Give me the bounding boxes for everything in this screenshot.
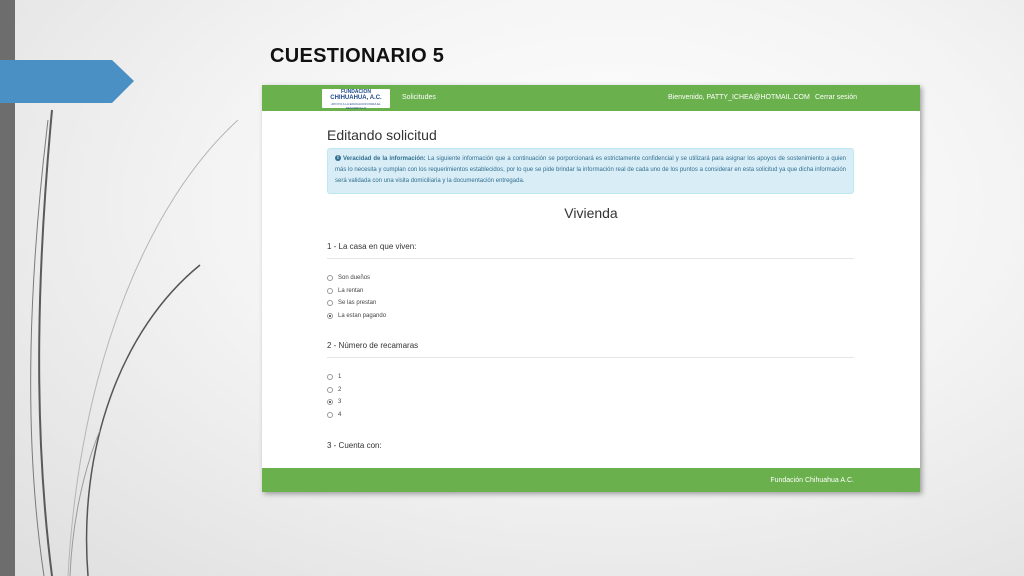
radio-button[interactable] [327,386,333,393]
option-la-estan-pagando[interactable]: La estan pagando [327,310,386,323]
info-icon: i [335,155,341,162]
app-screenshot: FUNDACION CHIHUAHUA, A.C. APOYO A LA EDU… [262,85,920,492]
option-label: La estan pagando [338,312,387,319]
logo-line-3: APOYO A LA EDUCACION PARA EL DESARROLLO [331,102,381,110]
footer-bar: Fundación Chihuahua A.C. [262,468,920,492]
radio-button-selected[interactable] [327,312,333,319]
option-se-las-prestan[interactable]: Se las prestan [327,297,386,310]
radio-button[interactable] [327,374,333,381]
radio-button[interactable] [327,300,333,307]
footer-text: Fundación Chihuahua A.C. [770,477,854,484]
option-la-rentan[interactable]: La rentan [327,285,386,298]
decorative-lines [30,109,239,576]
radio-button[interactable] [327,275,333,282]
option-3[interactable]: 3 [327,396,341,409]
alert-title: Veracidad de la información: [343,156,426,162]
nav-solicitudes-link[interactable]: Solicitudes [402,94,436,101]
nav-logout-link[interactable]: Cerrar sesión [815,94,857,101]
slide-title: CUESTIONARIO 5 [270,45,445,67]
option-label: Se las prestan [338,300,377,307]
nav-welcome-text: Bienvenido, PATTY_ICHEA@HOTMAIL.COM [668,94,810,101]
option-1[interactable]: 1 [327,371,341,384]
option-label: 4 [338,411,342,418]
radio-button[interactable] [327,411,333,418]
radio-button[interactable] [327,287,333,294]
option-label: Son dueños [338,275,371,282]
option-2[interactable]: 2 [327,384,341,397]
question-1-label: 1 - La casa en que viven: [327,242,854,259]
question-3-label: 3 - Cuenta con: [327,441,382,450]
option-label: 3 [338,399,342,406]
question-1-options: Son dueños La rentan Se las prestan La e… [327,272,386,322]
option-son-duenos[interactable]: Son dueños [327,272,386,285]
radio-button-selected[interactable] [327,399,333,406]
brand-logo[interactable]: FUNDACION CHIHUAHUA, A.C. APOYO A LA EDU… [322,89,390,110]
info-alert: i Veracidad de la información: La siguien… [327,148,854,194]
page-heading: Editando solicitud [327,127,437,143]
logo-line-2: CHIHUAHUA, A.C. [330,95,382,101]
question-2-label: 2 - Número de recamaras [327,341,854,358]
option-label: La rentan [338,287,364,294]
option-label: 2 [338,386,342,393]
option-4[interactable]: 4 [327,409,341,422]
section-title: Vivienda [564,205,618,221]
option-label: 1 [338,374,342,381]
top-navbar: FUNDACION CHIHUAHUA, A.C. APOYO A LA EDU… [262,85,920,111]
question-2-options: 1 2 3 4 [327,371,341,421]
